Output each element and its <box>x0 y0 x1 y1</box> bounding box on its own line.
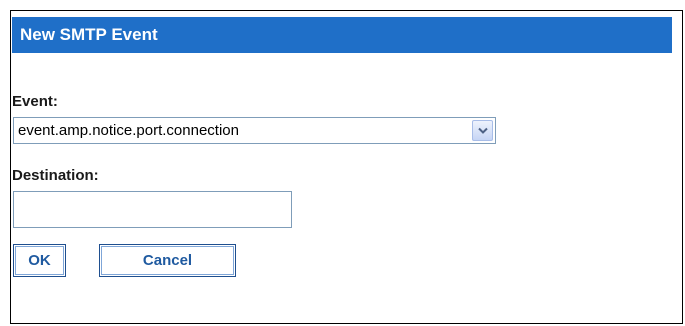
destination-label: Destination: <box>12 167 99 184</box>
dialog-title: New SMTP Event <box>12 17 672 53</box>
chevron-down-icon <box>478 127 488 134</box>
ok-button[interactable]: OK <box>13 244 66 277</box>
event-select[interactable]: event.amp.notice.port.connection <box>13 117 496 144</box>
destination-input[interactable] <box>13 191 292 228</box>
event-selected-value: event.amp.notice.port.connection <box>18 122 239 139</box>
event-label: Event: <box>12 93 58 110</box>
cancel-button[interactable]: Cancel <box>99 244 236 277</box>
event-select-dropdown-button[interactable] <box>472 120 493 141</box>
